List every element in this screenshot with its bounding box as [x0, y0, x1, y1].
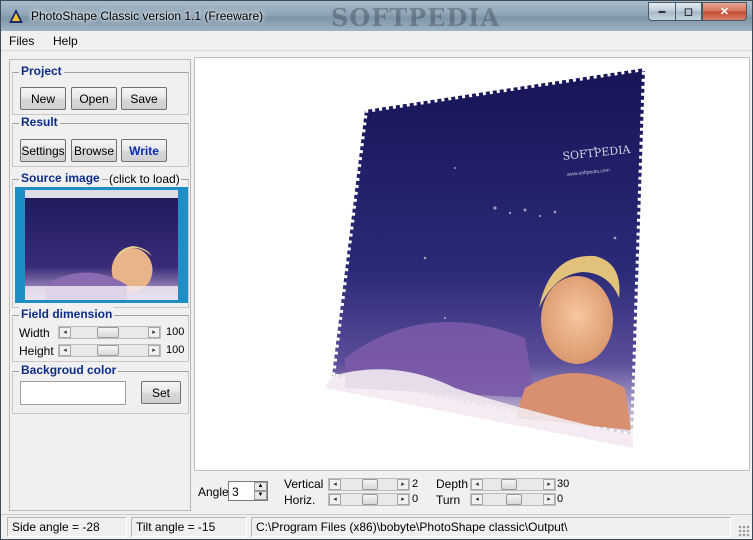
turn-slider[interactable]: ◂ ▸	[470, 493, 556, 506]
write-button-label: Write	[129, 143, 159, 158]
close-icon: ✕	[719, 6, 730, 18]
scroll-left-icon[interactable]: ◂	[471, 479, 483, 490]
menu-files[interactable]: Files	[9, 34, 34, 48]
field-dimension-group: Field dimension Width ◂ ▸ 100 Height ◂ ▸…	[12, 307, 189, 362]
background-color-group: Backgroud color Set	[12, 363, 189, 414]
depth-slider-thumb[interactable]	[501, 479, 517, 490]
vertical-label: Vertical	[284, 477, 324, 491]
browse-button-label: Browse	[73, 143, 114, 158]
horiz-label: Horiz.	[284, 493, 316, 507]
angle-spinner[interactable]: 3 ▲ ▼	[228, 481, 268, 501]
width-slider-thumb[interactable]	[97, 327, 119, 338]
height-label: Height	[19, 344, 54, 358]
source-image-picture	[25, 190, 178, 300]
scroll-left-icon[interactable]: ◂	[471, 494, 483, 505]
background-color-title: Backgroud color	[19, 363, 119, 377]
vertical-slider[interactable]: ◂ ▸	[328, 478, 410, 491]
transform-controls: Angle 3 ▲ ▼ Vertical ◂ ▸ 2 Horiz. ◂ ▸ 0 …	[194, 475, 750, 511]
photoshape-app-icon	[9, 9, 23, 23]
source-image-group: Source image (click to load)	[12, 171, 189, 308]
browse-button[interactable]: Browse	[71, 139, 117, 162]
minimize-button[interactable]: ▬	[648, 2, 675, 21]
left-panel: Project New Open Save Result Settings Br…	[9, 59, 191, 511]
turn-slider-thumb[interactable]	[506, 494, 522, 505]
spin-up-icon[interactable]: ▲	[254, 482, 267, 491]
open-button-label: Open	[79, 91, 109, 106]
write-button[interactable]: Write	[121, 139, 167, 162]
set-color-button[interactable]: Set	[141, 381, 181, 404]
horiz-slider[interactable]: ◂ ▸	[328, 493, 410, 506]
open-button[interactable]: Open	[71, 87, 117, 110]
scroll-left-icon[interactable]: ◂	[59, 345, 71, 356]
title-watermark: SOFTPEDIA	[331, 3, 501, 32]
turn-label: Turn	[436, 493, 461, 507]
window-controls: ▬ ◻ ✕	[648, 2, 747, 21]
maximize-button[interactable]: ◻	[675, 2, 702, 21]
set-color-button-label: Set	[151, 385, 170, 400]
result-group-title: Result	[19, 115, 60, 129]
project-group-title: Project	[19, 64, 64, 78]
app-window: PhotoShape Classic version 1.1 (Freeware…	[0, 0, 753, 540]
depth-slider[interactable]: ◂ ▸	[470, 478, 556, 491]
window-title: PhotoShape Classic version 1.1 (Freeware…	[31, 9, 264, 23]
title-bar[interactable]: PhotoShape Classic version 1.1 (Freeware…	[1, 1, 752, 32]
horiz-value: 0	[412, 493, 419, 505]
scroll-left-icon[interactable]: ◂	[329, 494, 341, 505]
scroll-right-icon[interactable]: ▸	[148, 327, 160, 338]
angle-value[interactable]: 3	[232, 485, 239, 499]
height-slider[interactable]: ◂ ▸	[58, 344, 161, 357]
resize-grip-icon[interactable]	[738, 525, 750, 537]
scroll-right-icon[interactable]: ▸	[148, 345, 160, 356]
output-path-status: C:\Program Files (x86)\bobyte\PhotoShape…	[251, 517, 731, 537]
result-group: Result Settings Browse Write	[12, 115, 189, 167]
height-slider-thumb[interactable]	[97, 345, 119, 356]
tilt-angle-status: Tilt angle = -15	[131, 517, 247, 537]
scroll-right-icon[interactable]: ▸	[397, 494, 409, 505]
source-image-hint: (click to load)	[108, 172, 181, 186]
source-image-title: Source image	[19, 171, 102, 185]
vertical-slider-thumb[interactable]	[362, 479, 378, 490]
width-slider[interactable]: ◂ ▸	[58, 326, 161, 339]
new-button[interactable]: New	[20, 87, 66, 110]
height-value: 100	[166, 344, 185, 356]
maximize-icon: ◻	[683, 6, 694, 18]
depth-value: 30	[557, 478, 570, 490]
field-dimension-title: Field dimension	[19, 307, 115, 321]
side-angle-status: Side angle = -28	[7, 517, 127, 537]
close-button[interactable]: ✕	[702, 2, 747, 21]
menu-bar: Files Help	[1, 31, 752, 51]
minimize-icon: ▬	[658, 8, 666, 15]
vertical-value: 2	[412, 478, 419, 490]
settings-button-label: Settings	[21, 143, 65, 158]
shaped-image-preview: SOFTPEDIA www.softpedia.com	[325, 64, 649, 448]
preview-canvas[interactable]: SOFTPEDIA www.softpedia.com	[194, 57, 750, 471]
source-image-thumbnail[interactable]	[15, 187, 188, 303]
width-value: 100	[166, 326, 185, 338]
status-bar: Side angle = -28 Tilt angle = -15 C:\Pro…	[1, 514, 752, 539]
scroll-left-icon[interactable]: ◂	[329, 479, 341, 490]
angle-label: Angle	[198, 485, 229, 499]
scroll-left-icon[interactable]: ◂	[59, 327, 71, 338]
menu-help[interactable]: Help	[53, 34, 78, 48]
background-color-swatch[interactable]	[20, 381, 126, 405]
turn-value: 0	[557, 493, 564, 505]
width-label: Width	[19, 326, 50, 340]
save-button-label: Save	[130, 91, 158, 106]
scroll-right-icon[interactable]: ▸	[397, 479, 409, 490]
new-button-label: New	[30, 91, 55, 106]
scroll-right-icon[interactable]: ▸	[543, 479, 555, 490]
save-button[interactable]: Save	[121, 87, 167, 110]
depth-label: Depth	[436, 477, 469, 491]
scroll-right-icon[interactable]: ▸	[543, 494, 555, 505]
spin-down-icon[interactable]: ▼	[254, 491, 267, 500]
settings-button[interactable]: Settings	[20, 139, 66, 162]
project-group: Project New Open Save	[12, 64, 189, 115]
horiz-slider-thumb[interactable]	[362, 494, 378, 505]
